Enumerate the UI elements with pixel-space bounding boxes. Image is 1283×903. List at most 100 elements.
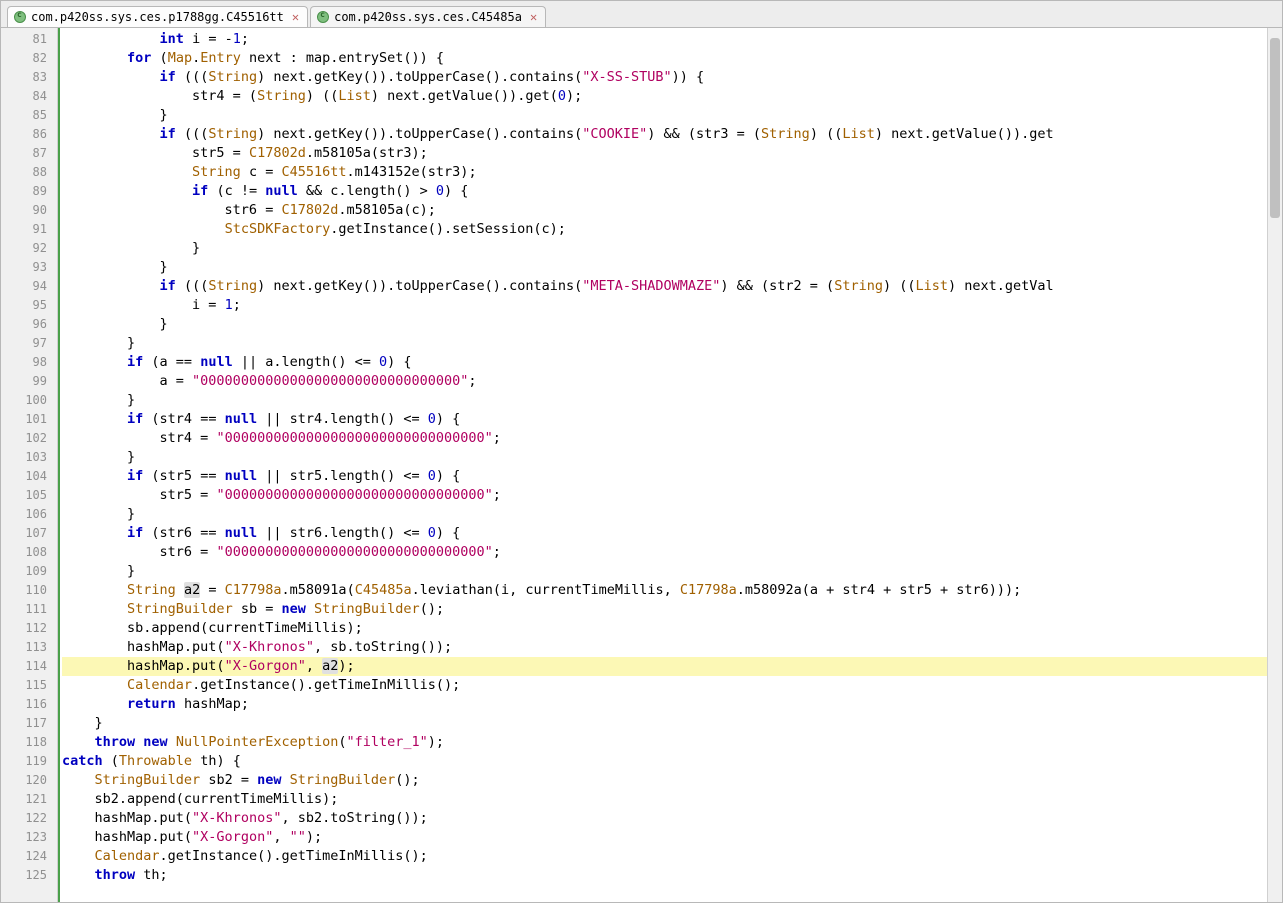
line-number: 95 <box>1 296 57 315</box>
line-number: 114 <box>1 657 57 676</box>
code-line[interactable]: } <box>62 714 1282 733</box>
code-line[interactable]: StringBuilder sb = new StringBuilder(); <box>62 600 1282 619</box>
editor-frame: com.p420ss.sys.ces.p1788gg.C45516tt ✕ co… <box>0 0 1283 903</box>
code-line[interactable]: } <box>62 562 1282 581</box>
tab-c45516tt[interactable]: com.p420ss.sys.ces.p1788gg.C45516tt ✕ <box>7 6 308 27</box>
close-icon[interactable]: ✕ <box>530 10 537 24</box>
line-number: 107 <box>1 524 57 543</box>
line-number: 88 <box>1 163 57 182</box>
code-line[interactable]: int i = -1; <box>62 30 1282 49</box>
code-line[interactable]: str6 = C17802d.m58105a(c); <box>62 201 1282 220</box>
line-number: 106 <box>1 505 57 524</box>
code-line[interactable]: } <box>62 106 1282 125</box>
line-number: 94 <box>1 277 57 296</box>
code-line[interactable]: str5 = C17802d.m58105a(str3); <box>62 144 1282 163</box>
code-line[interactable]: if (str6 == null || str6.length() <= 0) … <box>62 524 1282 543</box>
code-line[interactable]: i = 1; <box>62 296 1282 315</box>
code-line[interactable]: throw th; <box>62 866 1282 885</box>
code-line[interactable]: catch (Throwable th) { <box>62 752 1282 771</box>
code-line[interactable]: } <box>62 391 1282 410</box>
line-number: 98 <box>1 353 57 372</box>
code-line[interactable]: if (a == null || a.length() <= 0) { <box>62 353 1282 372</box>
line-number: 120 <box>1 771 57 790</box>
code-line[interactable]: if (((String) next.getKey()).toUpperCase… <box>62 125 1282 144</box>
code-line[interactable]: } <box>62 239 1282 258</box>
line-number: 109 <box>1 562 57 581</box>
line-number: 89 <box>1 182 57 201</box>
line-number: 87 <box>1 144 57 163</box>
code-line[interactable]: } <box>62 448 1282 467</box>
code-line[interactable]: sb2.append(currentTimeMillis); <box>62 790 1282 809</box>
line-number: 118 <box>1 733 57 752</box>
tab-bar: com.p420ss.sys.ces.p1788gg.C45516tt ✕ co… <box>1 1 1282 28</box>
class-icon <box>317 11 329 23</box>
code-line[interactable]: hashMap.put("X-Gorgon", ""); <box>62 828 1282 847</box>
code-line[interactable]: hashMap.put("X-Khronos", sb2.toString())… <box>62 809 1282 828</box>
code-line[interactable]: } <box>62 258 1282 277</box>
line-number: 96 <box>1 315 57 334</box>
code-line[interactable]: if (c != null && c.length() > 0) { <box>62 182 1282 201</box>
code-line[interactable]: for (Map.Entry next : map.entrySet()) { <box>62 49 1282 68</box>
line-number: 115 <box>1 676 57 695</box>
code-line[interactable]: a = "00000000000000000000000000000000"; <box>62 372 1282 391</box>
line-number: 85 <box>1 106 57 125</box>
code-line[interactable]: String c = C45516tt.m143152e(str3); <box>62 163 1282 182</box>
code-line[interactable]: String a2 = C17798a.m58091a(C45485a.levi… <box>62 581 1282 600</box>
code-line[interactable]: return hashMap; <box>62 695 1282 714</box>
line-number: 101 <box>1 410 57 429</box>
code-line[interactable]: StringBuilder sb2 = new StringBuilder(); <box>62 771 1282 790</box>
code-line[interactable]: if (((String) next.getKey()).toUpperCase… <box>62 68 1282 87</box>
line-number: 110 <box>1 581 57 600</box>
line-number: 105 <box>1 486 57 505</box>
line-number: 91 <box>1 220 57 239</box>
line-number: 92 <box>1 239 57 258</box>
code-line[interactable]: if (str4 == null || str4.length() <= 0) … <box>62 410 1282 429</box>
code-line[interactable]: if (((String) next.getKey()).toUpperCase… <box>62 277 1282 296</box>
line-number: 83 <box>1 68 57 87</box>
line-number: 119 <box>1 752 57 771</box>
class-icon <box>14 11 26 23</box>
code-line[interactable]: } <box>62 315 1282 334</box>
code-line[interactable]: str6 = "00000000000000000000000000000000… <box>62 543 1282 562</box>
code-line[interactable]: hashMap.put("X-Gorgon", a2); <box>62 657 1282 676</box>
code-line[interactable]: throw new NullPointerException("filter_1… <box>62 733 1282 752</box>
line-number: 112 <box>1 619 57 638</box>
editor-area: 8182838485868788899091929394959697989910… <box>1 28 1282 902</box>
line-number: 113 <box>1 638 57 657</box>
code-line[interactable]: hashMap.put("X-Khronos", sb.toString()); <box>62 638 1282 657</box>
code-line[interactable]: Calendar.getInstance().getTimeInMillis()… <box>62 676 1282 695</box>
code-line[interactable]: } <box>62 505 1282 524</box>
line-number: 108 <box>1 543 57 562</box>
line-number: 124 <box>1 847 57 866</box>
tab-label: com.p420ss.sys.ces.C45485a <box>334 10 522 24</box>
line-number: 82 <box>1 49 57 68</box>
line-number: 116 <box>1 695 57 714</box>
scrollbar-thumb[interactable] <box>1270 38 1280 218</box>
code-line[interactable]: sb.append(currentTimeMillis); <box>62 619 1282 638</box>
line-number: 81 <box>1 30 57 49</box>
code-line[interactable]: str4 = (String) ((List) next.getValue())… <box>62 87 1282 106</box>
close-icon[interactable]: ✕ <box>292 10 299 24</box>
tab-c45485a[interactable]: com.p420ss.sys.ces.C45485a ✕ <box>310 6 546 27</box>
line-number: 122 <box>1 809 57 828</box>
tab-label: com.p420ss.sys.ces.p1788gg.C45516tt <box>31 10 284 24</box>
line-number: 103 <box>1 448 57 467</box>
line-number: 99 <box>1 372 57 391</box>
line-number: 84 <box>1 87 57 106</box>
line-number: 100 <box>1 391 57 410</box>
code-area[interactable]: int i = -1; for (Map.Entry next : map.en… <box>58 28 1282 902</box>
line-number: 104 <box>1 467 57 486</box>
code-line[interactable]: StcSDKFactory.getInstance().setSession(c… <box>62 220 1282 239</box>
line-number: 86 <box>1 125 57 144</box>
line-number: 121 <box>1 790 57 809</box>
code-line[interactable]: } <box>62 334 1282 353</box>
line-number: 125 <box>1 866 57 885</box>
code-line[interactable]: str5 = "00000000000000000000000000000000… <box>62 486 1282 505</box>
line-number: 93 <box>1 258 57 277</box>
line-number: 102 <box>1 429 57 448</box>
code-line[interactable]: str4 = "00000000000000000000000000000000… <box>62 429 1282 448</box>
code-line[interactable]: Calendar.getInstance().getTimeInMillis()… <box>62 847 1282 866</box>
code-line[interactable]: if (str5 == null || str5.length() <= 0) … <box>62 467 1282 486</box>
line-number: 90 <box>1 201 57 220</box>
vertical-scrollbar[interactable] <box>1267 28 1282 902</box>
